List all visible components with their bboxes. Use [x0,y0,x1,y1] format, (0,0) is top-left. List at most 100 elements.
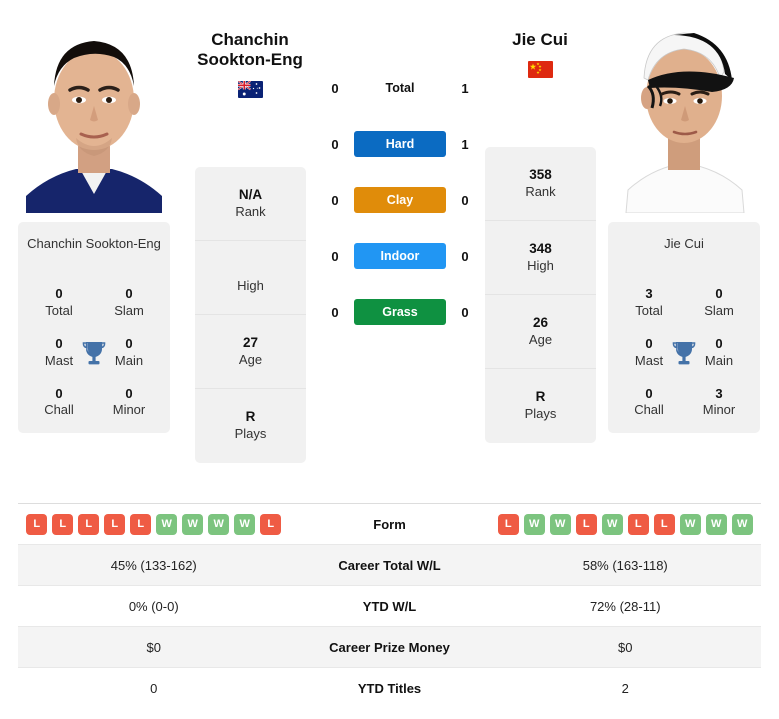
info-value: R [245,409,256,425]
info-cell-age: 26 Age [485,295,596,369]
surface-score-strip: 0 Total 1 0 Hard 1 0 Clay 0 0 Indoor 0 0 [325,60,475,340]
titles-value: 0 [55,286,63,301]
titles-label: Slam [114,302,144,318]
titles-cell-chall: 0 Chall [614,386,684,420]
player-photo-right [608,8,760,213]
info-value: 358 [529,166,552,182]
player-name-left-line2: Sookton-Eng [197,50,303,70]
form-badge-win: W [208,513,230,535]
form-badge-loss: L [260,513,282,535]
titles-grid: 0 Total 0 Slam 0 Mast 0 Main 0 Chall 0 M… [24,286,164,419]
titles-grid: 3 Total 0 Slam 0 Mast 0 Main 0 Chall 3 M… [614,286,754,419]
stat-value-right: 58% (163-118) [582,557,668,573]
stat-value-right: $0 [618,639,633,655]
surface-score-left: 0 [331,248,339,264]
form-badge-loss: L [26,513,48,535]
player-name-block-right: Jie Cui [465,30,615,79]
form-badge-win: W [234,513,256,535]
titles-value: 0 [715,286,723,301]
info-label: Age [238,351,263,367]
australia-flag-icon [237,81,263,99]
surface-label-hard: Hard [354,131,446,157]
info-label: Plays [524,406,557,422]
trophy-icon [672,340,696,366]
player-info-column-right: 358 Rank 348 High 26 Age R Plays [485,147,596,443]
info-value: N/A [238,186,263,202]
titles-label: Chall [634,402,664,418]
stat-label: YTD Titles [357,681,422,696]
stat-value-left: 0% (0-0) [128,598,179,614]
form-badge-loss: L [52,513,74,535]
table-row-career-total-wl: 45% (133-162) Career Total W/L 58% (163-… [18,545,761,586]
info-label: Plays [234,426,267,442]
surface-score-right: 1 [461,80,469,96]
player-name-right-line1: Jie Cui [512,30,568,49]
titles-value: 0 [55,385,63,401]
surface-label-grass: Grass [354,299,446,325]
form-badge-loss: L [78,513,100,535]
trophy-icon [82,340,106,366]
surface-row: 0 Indoor 0 [325,228,475,284]
info-value: R [535,389,546,405]
form-badge-win: W [679,513,701,535]
info-cell-rank: N/A Rank [195,167,306,241]
info-value: 27 [242,334,259,350]
titles-label: Chall [44,402,74,418]
titles-cell-chall: 0 Chall [24,386,94,420]
table-row-ytd-titles: 0 YTD Titles 2 [18,668,761,709]
form-badge-loss: L [130,513,152,535]
titles-cell-minor: 3 Minor [684,386,754,420]
table-row-career-prize-money: $0 Career Prize Money $0 [18,627,761,668]
form-badge-win: W [549,513,571,535]
china-flag-icon [527,61,553,79]
titles-cell-total: 0 Total [24,286,94,320]
titles-value: 0 [125,385,133,401]
info-value: 26 [532,314,549,330]
player-info-column-left: N/A Rank High 27 Age R Plays [195,167,306,463]
titles-value: 0 [125,286,133,301]
titles-label: Minor [702,402,736,418]
stat-label: Career Prize Money [329,639,450,655]
titles-cell-slam: 0 Slam [684,286,754,320]
form-badge-loss: L [575,513,597,535]
titles-label: Slam [704,302,734,318]
info-value: 348 [529,240,552,256]
player-name-block-left: Chanchin Sookton-Eng [175,30,325,99]
titles-cell-slam: 0 Slam [94,286,164,320]
titles-cell-total: 3 Total [614,286,684,320]
surface-label-total: Total [385,81,415,95]
info-cell-high: 348 High [485,221,596,295]
stat-label: YTD W/L [362,598,417,614]
comparison-stats-table: LLLLLWWWWL Form LWWLWLLWWW 45% (133-162)… [18,503,761,709]
surface-row: 0 Grass 0 [325,284,475,340]
surface-score-left: 0 [331,304,339,320]
form-badge-win: W [601,513,623,535]
surface-score-right: 0 [461,192,469,208]
titles-card-player-name: Jie Cui [664,236,704,251]
titles-value: 3 [715,385,723,401]
table-row-ytd-wl: 0% (0-0) YTD W/L 72% (28-11) [18,586,761,627]
surface-score-right: 0 [461,248,469,264]
player-photo-left [18,8,170,213]
surface-row: 0 Clay 0 [325,172,475,228]
surface-row: 0 Hard 1 [325,116,475,172]
form-badge-loss: L [653,513,675,535]
titles-label: Total [635,302,663,318]
surface-score-left: 0 [331,136,339,152]
info-label: Rank [525,183,556,199]
form-badge-loss: L [627,513,649,535]
form-badges-left: LLLLLWWWWL [18,513,290,535]
stat-value-right: 72% (28-11) [589,598,661,614]
player-name-left-line1: Chanchin [211,30,289,49]
surface-label-indoor: Indoor [354,243,446,269]
form-badge-win: W [156,513,178,535]
info-label: High [527,257,554,273]
info-label: High [237,277,264,293]
titles-label: Minor [112,402,146,418]
surface-score-right: 0 [461,304,469,320]
stat-value-right: 2 [621,681,629,696]
form-badge-win: W [705,513,727,535]
titles-label: Total [45,302,73,318]
form-badge-win: W [731,513,753,535]
form-badge-win: W [182,513,204,535]
